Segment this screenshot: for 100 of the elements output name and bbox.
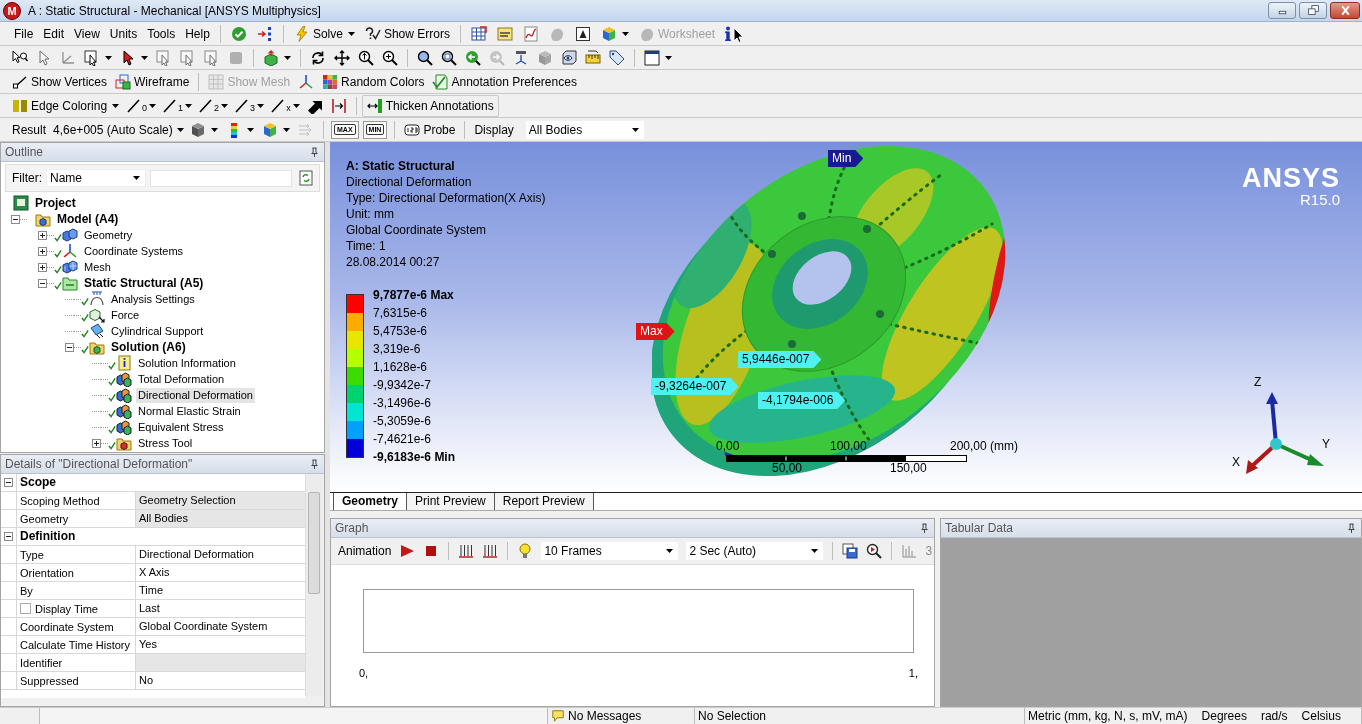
- caret-icon: [621, 31, 629, 36]
- tree-item[interactable]: Solution Information: [136, 355, 238, 371]
- tree-item[interactable]: Analysis Settings: [109, 291, 197, 307]
- display-dropdown[interactable]: All Bodies: [525, 120, 644, 139]
- scrollbar[interactable]: [305, 474, 322, 696]
- menu-item[interactable]: Units: [104, 24, 143, 43]
- tree-item[interactable]: Cylindrical Support: [109, 323, 206, 339]
- expand-icon[interactable]: [38, 246, 47, 256]
- caret-icon: [347, 31, 355, 36]
- tree-item[interactable]: Directional Deformation: [136, 387, 255, 403]
- refresh-button[interactable]: [296, 169, 316, 187]
- edge-thickness-button[interactable]: 2: [195, 94, 232, 117]
- property-value[interactable]: All Bodies: [136, 510, 305, 527]
- legend-value: 7,6315e-6: [373, 305, 429, 322]
- minimize-button[interactable]: [1268, 2, 1296, 19]
- info-page-icon: [116, 355, 132, 371]
- slash-icon: [162, 97, 179, 114]
- expand-icon[interactable]: [38, 230, 47, 240]
- collapse-icon[interactable]: [11, 214, 20, 224]
- collapse-icon[interactable]: [4, 532, 13, 541]
- tree-item[interactable]: Equivalent Stress: [136, 419, 226, 435]
- probe-button[interactable]: Probe: [400, 118, 460, 141]
- filter-dropdown[interactable]: Name: [46, 169, 146, 187]
- cube-icon: [190, 121, 206, 138]
- property-value[interactable]: Directional Deformation: [136, 546, 305, 563]
- tree-item[interactable]: Project: [33, 195, 78, 211]
- play-icon: [399, 543, 416, 559]
- grid-table-icon: [470, 25, 487, 42]
- arrow-dots-icon: [256, 25, 273, 42]
- expand-icon[interactable]: [38, 262, 47, 272]
- expand-icon[interactable]: [92, 438, 101, 448]
- view-tab[interactable]: Report Preview: [493, 493, 594, 510]
- thicken-icon: [366, 97, 383, 114]
- section-header: Definition: [19, 528, 76, 545]
- close-button[interactable]: [1330, 2, 1360, 19]
- collapse-icon[interactable]: [4, 478, 13, 487]
- cursor-magnifier-icon: [12, 49, 28, 66]
- caret-icon: [292, 103, 300, 108]
- show-errors-button[interactable]: Show Errors: [359, 22, 455, 45]
- edge-thickness-button[interactable]: 1: [159, 94, 196, 117]
- solve-button[interactable]: Solve: [288, 22, 360, 45]
- arrows-icon: [298, 121, 314, 138]
- color-cube-icon: [262, 121, 278, 138]
- tree-item[interactable]: Coordinate Systems: [82, 243, 186, 259]
- duration-dropdown[interactable]: 2 Sec (Auto): [686, 542, 824, 560]
- collapse-icon[interactable]: [65, 342, 74, 352]
- thicken-annotations-button[interactable]: Thicken Annotations: [361, 94, 499, 117]
- result-label: Result: [11, 122, 47, 137]
- panel-title: Graph: [335, 521, 369, 535]
- slash-icon: [234, 97, 251, 114]
- menu-item[interactable]: Edit: [38, 24, 70, 43]
- rotate-icon: [310, 49, 326, 66]
- menu-item[interactable]: File: [9, 24, 39, 43]
- annotation-preferences-button[interactable]: Annotation Preferences: [428, 70, 581, 93]
- folder-icon: [62, 275, 78, 291]
- square-icon: [228, 49, 244, 66]
- tree-item[interactable]: Mesh: [82, 259, 113, 275]
- tree-item[interactable]: Solution (A6): [109, 339, 188, 355]
- zoom-icon: [358, 49, 374, 66]
- cursor-box-icon: [204, 49, 220, 66]
- filter-input-field[interactable]: [150, 169, 292, 187]
- legend-value: -5,3059e-6: [373, 413, 433, 430]
- menu-item[interactable]: Tools: [142, 24, 181, 43]
- property-value[interactable]: Global Coordinate System: [136, 618, 305, 635]
- menu-item[interactable]: View: [69, 24, 105, 43]
- edge-thickness-button[interactable]: x: [267, 94, 303, 117]
- refresh-icon: [298, 170, 314, 186]
- tree-item[interactable]: Model (A4): [55, 211, 121, 227]
- show-vertices-button[interactable]: Show Vertices: [8, 70, 112, 93]
- property-value[interactable]: Time: [136, 582, 305, 599]
- collapse-icon[interactable]: [38, 278, 47, 288]
- iso-cube-icon: [513, 49, 529, 66]
- view-tab[interactable]: Print Preview: [406, 493, 495, 510]
- tick-icon: [230, 25, 247, 42]
- status-text: Celsius: [1301, 709, 1341, 723]
- edge-thickness-button[interactable]: 3: [231, 94, 268, 117]
- menu-item[interactable]: Help: [180, 24, 215, 43]
- tree-item[interactable]: Total Deformation: [136, 371, 227, 387]
- property-value[interactable]: Geometry Selection: [136, 492, 305, 509]
- section-header: Scope: [19, 474, 56, 491]
- wireframe-button[interactable]: Wireframe: [111, 70, 194, 93]
- property-value[interactable]: Yes: [136, 636, 305, 653]
- property-value[interactable]: Last: [136, 600, 305, 617]
- edge-coloring-button[interactable]: Edge Coloring: [8, 94, 124, 117]
- property-value[interactable]: X Axis: [136, 564, 305, 581]
- checkbox[interactable]: [20, 603, 31, 614]
- tree-item[interactable]: Normal Elastic Strain: [136, 403, 243, 419]
- random-colors-button[interactable]: Random Colors: [318, 70, 429, 93]
- restore-button[interactable]: [1299, 2, 1327, 19]
- legend-value: -3,1496e-6: [373, 395, 433, 412]
- tree-item[interactable]: Stress Tool: [136, 435, 195, 451]
- tree-item[interactable]: Force: [109, 307, 142, 323]
- caret-icon: [185, 103, 193, 108]
- tree-item[interactable]: Geometry: [82, 227, 135, 243]
- property-value[interactable]: No: [136, 672, 305, 689]
- edge-thickness-button[interactable]: 0: [123, 94, 160, 117]
- tag-icon: [609, 49, 625, 66]
- frames-dropdown[interactable]: 10 Frames: [541, 542, 679, 560]
- tree-item[interactable]: Static Structural (A5): [82, 275, 206, 291]
- mesh-cubes-icon: [62, 259, 78, 275]
